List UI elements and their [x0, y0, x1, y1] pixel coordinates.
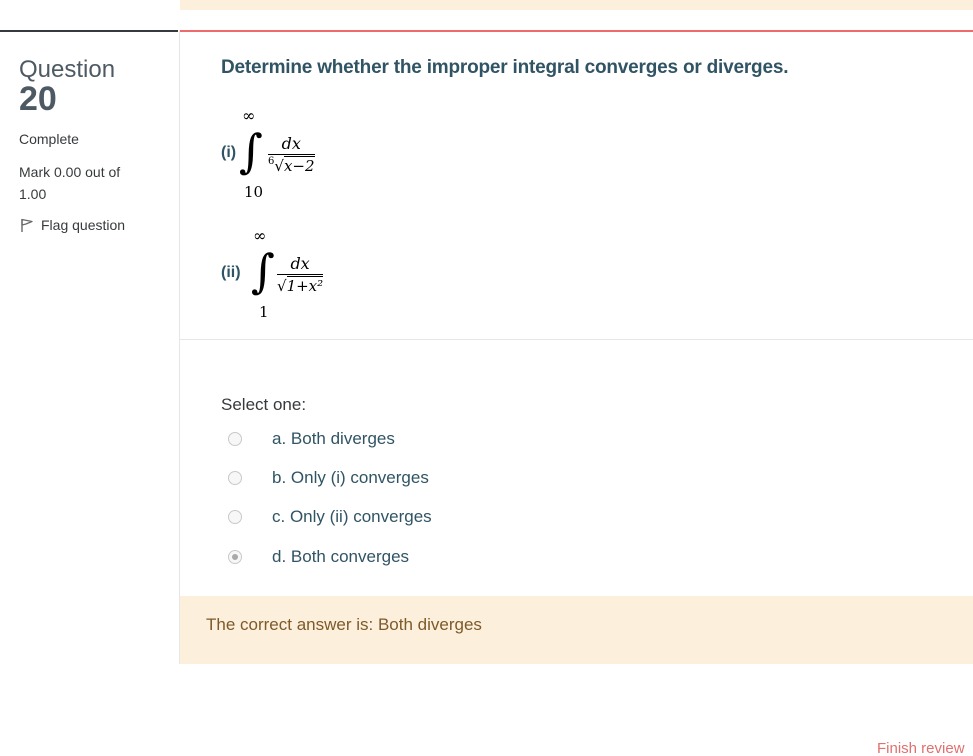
- answer-option-b[interactable]: b. Only (i) converges: [228, 466, 628, 490]
- integrand-numerator: dx: [281, 134, 301, 153]
- integral-upper-limit: ∞: [253, 226, 267, 245]
- radicand: x−2: [283, 156, 315, 175]
- integral-upper-limit: ∞: [242, 106, 256, 125]
- integral-sign-icon: ∫: [239, 124, 263, 178]
- finish-review-link[interactable]: Finish review: [877, 740, 965, 756]
- radical-icon: √: [277, 277, 287, 295]
- question-content: Determine whether the improper integral …: [179, 30, 973, 664]
- question-grade: Mark 0.00 out of 1.00: [19, 164, 121, 202]
- integral-i: (i) ∞ ∫ 10 dx 6√x−2: [221, 106, 521, 210]
- quiz-review-page: Question 20 Complete Mark 0.00 out of 1.…: [0, 0, 973, 756]
- feedback-box: The correct answer is: Both diverges: [180, 596, 973, 664]
- integrand-denominator: √1+x²: [277, 276, 324, 295]
- integral-lower-limit: 10: [244, 183, 264, 201]
- integrand-fraction: dx √1+x²: [277, 254, 324, 295]
- flag-icon: [19, 217, 35, 233]
- fraction-bar: [268, 154, 315, 155]
- answer-option-label[interactable]: a. Both diverges: [272, 429, 395, 449]
- answer-divider: [180, 339, 973, 340]
- question-state: Complete: [19, 131, 79, 147]
- integral-label: (ii): [221, 264, 241, 281]
- answer-option-d[interactable]: d. Both converges: [228, 545, 628, 569]
- integrand-numerator: dx: [290, 254, 310, 273]
- select-one-prompt: Select one:: [221, 395, 307, 414]
- radio-button-selected[interactable]: [228, 550, 242, 564]
- answer-option-c[interactable]: c. Only (ii) converges: [228, 505, 628, 529]
- integral-label: (i): [221, 144, 237, 161]
- question-text: Determine whether the improper integral …: [221, 57, 789, 78]
- integrand-denominator: 6√x−2: [268, 156, 315, 175]
- radio-button[interactable]: [228, 471, 242, 485]
- integral-lower-limit: 1: [259, 303, 269, 321]
- answer-option-label[interactable]: b. Only (i) converges: [272, 468, 429, 488]
- radio-button[interactable]: [228, 432, 242, 446]
- fraction-bar: [277, 274, 324, 275]
- radio-button[interactable]: [228, 510, 242, 524]
- question-top-border: [180, 30, 973, 32]
- correct-answer-text: The correct answer is: Both diverges: [206, 615, 482, 634]
- radical-icon: √: [274, 157, 284, 175]
- flag-question-link[interactable]: Flag question: [19, 217, 125, 233]
- radicand: 1+x²: [286, 276, 324, 295]
- flag-question-label: Flag question: [41, 217, 126, 233]
- previous-question-feedback: [180, 0, 973, 10]
- answer-option-label[interactable]: d. Both converges: [272, 547, 409, 567]
- question-number: 20: [19, 80, 57, 118]
- answer-option-label[interactable]: c. Only (ii) converges: [272, 507, 432, 527]
- answer-option-a[interactable]: a. Both diverges: [228, 427, 628, 451]
- integral-sign-icon: ∫: [251, 244, 275, 298]
- integral-ii: (ii) ∞ ∫ 1 dx √1+x²: [221, 226, 521, 330]
- question-info: Question 20 Complete Mark 0.00 out of 1.…: [0, 31, 178, 667]
- integrand-fraction: dx 6√x−2: [268, 134, 315, 175]
